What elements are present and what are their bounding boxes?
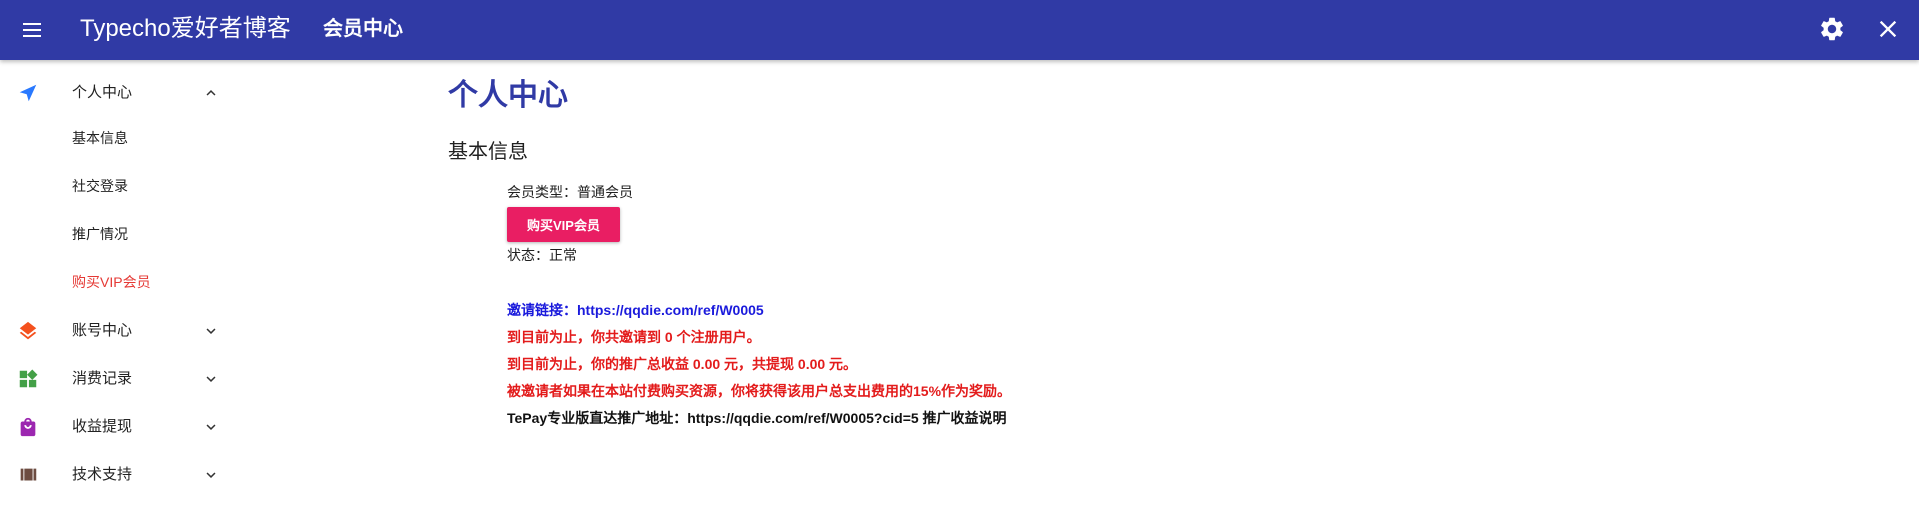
sidebar-item-earnings-withdrawal[interactable]: 收益提现 (0, 405, 240, 449)
sidebar-item-label: 个人中心 (72, 84, 133, 101)
sidebar-subitem-label: 推广情况 (72, 226, 128, 242)
send-icon (17, 82, 39, 104)
layers-icon (17, 320, 39, 342)
menu-icon[interactable] (18, 16, 46, 44)
sidebar-subitem-label: 社交登录 (72, 178, 128, 194)
sidebar-item-label: 收益提现 (72, 418, 133, 435)
earnings-text: 到目前为止，你的推广总收益 0.00 元，共提现 0.00 元。 (507, 356, 858, 372)
chevron-down-icon (202, 370, 220, 388)
status-text: 状态：正常 (507, 247, 577, 263)
sidebar: 个人中心 基本信息 社交登录 推广情况 购买VIP会员 账号中心 消费记录 收益… (0, 60, 240, 519)
menu-icon-bar (23, 35, 41, 37)
buy-vip-button[interactable]: 购买VIP会员 (507, 207, 620, 242)
site-title[interactable]: Typecho爱好者博客 (80, 14, 291, 44)
app-bar: Typecho爱好者博客 会员中心 (0, 0, 1919, 60)
tepay-link-line: TePay专业版直达推广地址：https://qqdie.com/ref/W00… (507, 408, 1007, 428)
invited-count-text: 到目前为止，你共邀请到 0 个注册用户。 (507, 329, 761, 345)
chevron-up-icon (202, 84, 220, 102)
chevron-down-icon (202, 466, 220, 484)
sidebar-subitem-social-login[interactable]: 社交登录 (0, 166, 240, 206)
sidebar-item-personal-center[interactable]: 个人中心 (0, 71, 240, 115)
tepay-link[interactable]: https://qqdie.com/ref/W0005?cid=5 (687, 410, 918, 426)
section-title: 基本信息 (448, 141, 528, 163)
sidebar-item-label: 消费记录 (72, 370, 133, 387)
chevron-down-icon (202, 322, 220, 340)
invite-link[interactable]: https://qqdie.com/ref/W0005 (577, 302, 764, 318)
sidebar-subitem-basic-info[interactable]: 基本信息 (0, 118, 240, 158)
sidebar-subitem-label: 购买VIP会员 (72, 274, 151, 290)
promo-explain-link[interactable]: 推广收益说明 (923, 410, 1007, 426)
close-icon[interactable] (1874, 15, 1902, 43)
tepay-label: TePay专业版直达推广地址： (507, 410, 688, 426)
menu-icon-bar (23, 29, 41, 31)
sidebar-subitem-label: 基本信息 (72, 130, 128, 146)
sidebar-item-label: 账号中心 (72, 322, 133, 339)
chevron-down-icon (202, 418, 220, 436)
sidebar-item-tech-support[interactable]: 技术支持 (0, 453, 240, 497)
invite-link-line: 邀请链接：https://qqdie.com/ref/W0005 (507, 300, 764, 320)
sidebar-item-account-center[interactable]: 账号中心 (0, 309, 240, 353)
sidebar-item-label: 技术支持 (72, 466, 133, 483)
sidebar-subitem-buy-vip[interactable]: 购买VIP会员 (0, 262, 240, 302)
member-type-text: 会员类型：普通会员 (507, 184, 633, 200)
gear-icon[interactable] (1818, 15, 1846, 43)
view-array-icon (17, 464, 39, 486)
shopping-bag-icon (17, 416, 39, 438)
invite-link-label: 邀请链接： (507, 302, 577, 318)
menu-icon-bar (23, 23, 41, 25)
page-title: 个人中心 (448, 79, 568, 112)
sidebar-item-consumption-records[interactable]: 消费记录 (0, 357, 240, 401)
widgets-icon (17, 368, 39, 390)
sidebar-subitem-promotion[interactable]: 推广情况 (0, 214, 240, 254)
reward-text: 被邀请者如果在本站付费购买资源，你将获得该用户总支出费用的15%作为奖励。 (507, 383, 1012, 399)
page-subtitle: 会员中心 (323, 18, 403, 40)
